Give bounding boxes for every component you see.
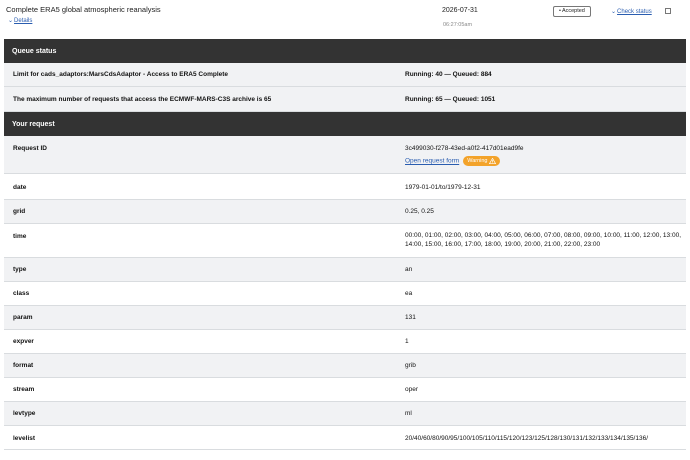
param-label: class	[13, 290, 30, 297]
queue-status-header: Queue status	[4, 39, 686, 63]
warning-icon	[489, 158, 497, 164]
param-row: format grib	[4, 354, 686, 378]
param-row: param 131	[4, 306, 686, 330]
param-label: param	[13, 314, 33, 321]
select-checkbox[interactable]	[665, 8, 671, 14]
details-toggle[interactable]: ⌄Details	[8, 17, 32, 24]
param-value: 20/40/60/80/90/95/100/105/110/115/120/12…	[405, 435, 649, 442]
chevron-down-icon: ⌄	[611, 9, 617, 15]
param-row: grid 0.25, 0.25	[4, 200, 686, 224]
queue-limit-value: Running: 65 — Queued: 1051	[405, 96, 496, 103]
request-id-row: Request ID 3c499030-f278-43ed-a0f2-417d0…	[4, 136, 686, 174]
param-row: levelist 20/40/60/80/90/95/100/105/110/1…	[4, 426, 686, 450]
param-value: grib	[405, 362, 416, 369]
details-label: Details	[14, 18, 33, 24]
param-label: levtype	[13, 410, 36, 417]
param-value: 1979-01-01/to/1979-12-31	[405, 184, 481, 191]
param-label: stream	[13, 386, 35, 393]
param-value: ea	[405, 290, 413, 297]
your-request-title: Your request	[12, 120, 55, 128]
param-label: levelist	[13, 435, 36, 442]
dataset-title: Complete ERA5 global atmospheric reanaly…	[6, 5, 161, 14]
param-label: format	[13, 362, 34, 369]
param-row: time 00:00, 01:00, 02:00, 03:00, 04:00, …	[4, 224, 686, 258]
check-status-link[interactable]: ⌄Check status	[611, 8, 652, 15]
param-row: type an	[4, 258, 686, 282]
param-value: 0.25, 0.25	[405, 208, 434, 215]
queue-status-title: Queue status	[12, 47, 57, 55]
queue-limit-value: Running: 40 — Queued: 884	[405, 71, 492, 78]
plus-icon: •	[559, 8, 561, 14]
param-label: time	[13, 233, 27, 240]
param-row: date 1979-01-01/to/1979-12-31	[4, 174, 686, 200]
request-status-page: Complete ERA5 global atmospheric reanaly…	[0, 0, 690, 460]
param-value: 00:00, 01:00, 02:00, 03:00, 04:00, 05:00…	[405, 232, 681, 248]
queue-limit-label: The maximum number of requests that acce…	[13, 96, 272, 103]
open-request-form-link[interactable]: Open request form	[405, 158, 459, 165]
queue-limit-label: Limit for cads_adaptors:MarsCdsAdaptor -…	[13, 71, 229, 78]
request-date: 2026-07-31	[442, 7, 478, 14]
your-request-header: Your request	[4, 112, 686, 136]
param-label: grid	[13, 208, 26, 215]
warning-badge[interactable]: Warning	[463, 156, 501, 166]
request-header: Complete ERA5 global atmospheric reanaly…	[0, 0, 690, 36]
queue-row: Limit for cads_adaptors:MarsCdsAdaptor -…	[4, 63, 686, 87]
status-badge-label: Accepted	[561, 8, 585, 14]
chevron-down-icon: ⌄	[8, 18, 14, 24]
request-id-label: Request ID	[13, 145, 47, 152]
request-id-value: 3c499030-f278-43ed-a0f2-417d01ead9fe	[405, 145, 524, 152]
param-row: expver 1	[4, 330, 686, 354]
check-status-label: Check status	[617, 9, 652, 15]
warning-label: Warning	[467, 158, 488, 164]
param-value: an	[405, 266, 413, 273]
param-value: 1	[405, 338, 409, 345]
param-value: ml	[405, 410, 412, 417]
queue-row: The maximum number of requests that acce…	[4, 87, 686, 112]
param-label: date	[13, 184, 27, 191]
request-time: 06:27:05am	[443, 22, 473, 28]
param-row: levtype ml	[4, 402, 686, 426]
param-row: class ea	[4, 282, 686, 306]
param-row: stream oper	[4, 378, 686, 402]
param-label: expver	[13, 338, 34, 345]
param-value: oper	[405, 386, 419, 393]
param-value: 131	[405, 314, 416, 321]
status-badge: • Accepted	[553, 6, 591, 17]
param-label: type	[13, 266, 27, 273]
request-form-actions: Open request form Warning	[405, 156, 501, 166]
